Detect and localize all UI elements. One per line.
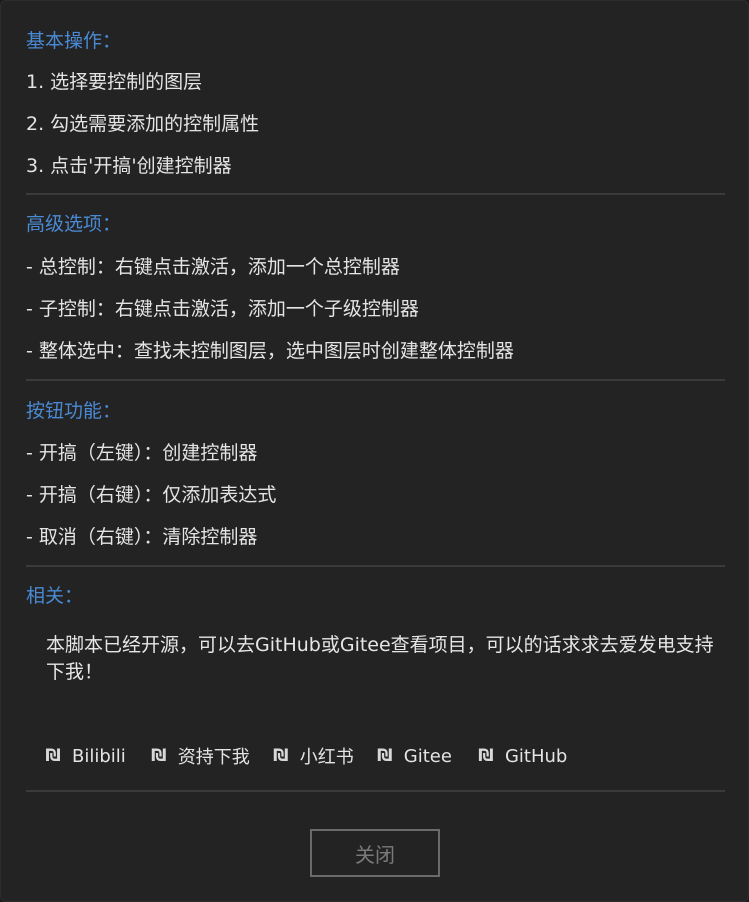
advanced-item-whole-select: - 整体选中：查找未控制图层，选中图层时创建整体控制器 <box>26 340 514 362</box>
link-github[interactable]: ₪ GitHub <box>478 746 567 767</box>
advanced-item-master-control: - 总控制：右键点击激活，添加一个总控制器 <box>26 256 400 278</box>
link-icon: ₪ <box>151 746 167 766</box>
link-icon: ₪ <box>377 746 393 766</box>
buttons-item-go-left: - 开搞（左键）：创建控制器 <box>26 442 258 464</box>
section-divider <box>26 193 725 195</box>
link-label: 资持下我 <box>177 747 250 768</box>
link-xiaohongshu[interactable]: ₪ 小红书 <box>273 743 354 769</box>
help-dialog: 基本操作： 1. 选择要控制的图层 2. 勾选需要添加的控制属性 3. 点击'开… <box>0 0 749 902</box>
buttons-item-cancel-right: - 取消（右键）：清除控制器 <box>26 526 258 548</box>
basic-step-3: 3. 点击'开搞'创建控制器 <box>26 155 232 177</box>
buttons-heading: 按钮功能： <box>26 400 122 422</box>
basic-step-1: 1. 选择要控制的图层 <box>26 71 203 93</box>
link-icon: ₪ <box>478 746 494 766</box>
section-divider <box>26 790 725 792</box>
section-divider <box>26 565 725 567</box>
related-links: ₪ Bilibili ₪ 资持下我 ₪ 小红书 ₪ Gitee ₪ GitHub <box>45 743 567 769</box>
close-button[interactable]: 关闭 <box>310 829 440 877</box>
advanced-item-child-control: - 子控制：右键点击激活，添加一个子级控制器 <box>26 298 419 320</box>
link-label: Gitee <box>403 745 452 767</box>
section-divider <box>26 379 725 381</box>
buttons-item-go-right: - 开搞（右键）：仅添加表达式 <box>26 484 277 506</box>
link-bilibili[interactable]: ₪ Bilibili <box>45 745 126 767</box>
link-label: Bilibili <box>72 745 126 767</box>
link-icon: ₪ <box>45 746 61 766</box>
link-sponsor[interactable]: ₪ 资持下我 <box>151 743 250 769</box>
basic-step-2: 2. 勾选需要添加的控制属性 <box>26 113 260 135</box>
link-label: GitHub <box>504 745 568 767</box>
advanced-heading: 高级选项： <box>26 213 122 235</box>
related-description: 本脚本已经开源，可以去GitHub或Gitee查看项目，可以的话求求去爱发电支持… <box>46 634 714 683</box>
link-label: 小红书 <box>299 747 354 768</box>
basic-heading: 基本操作： <box>26 30 122 52</box>
related-heading: 相关： <box>26 585 84 607</box>
link-icon: ₪ <box>273 746 289 766</box>
link-gitee[interactable]: ₪ Gitee <box>377 746 452 767</box>
